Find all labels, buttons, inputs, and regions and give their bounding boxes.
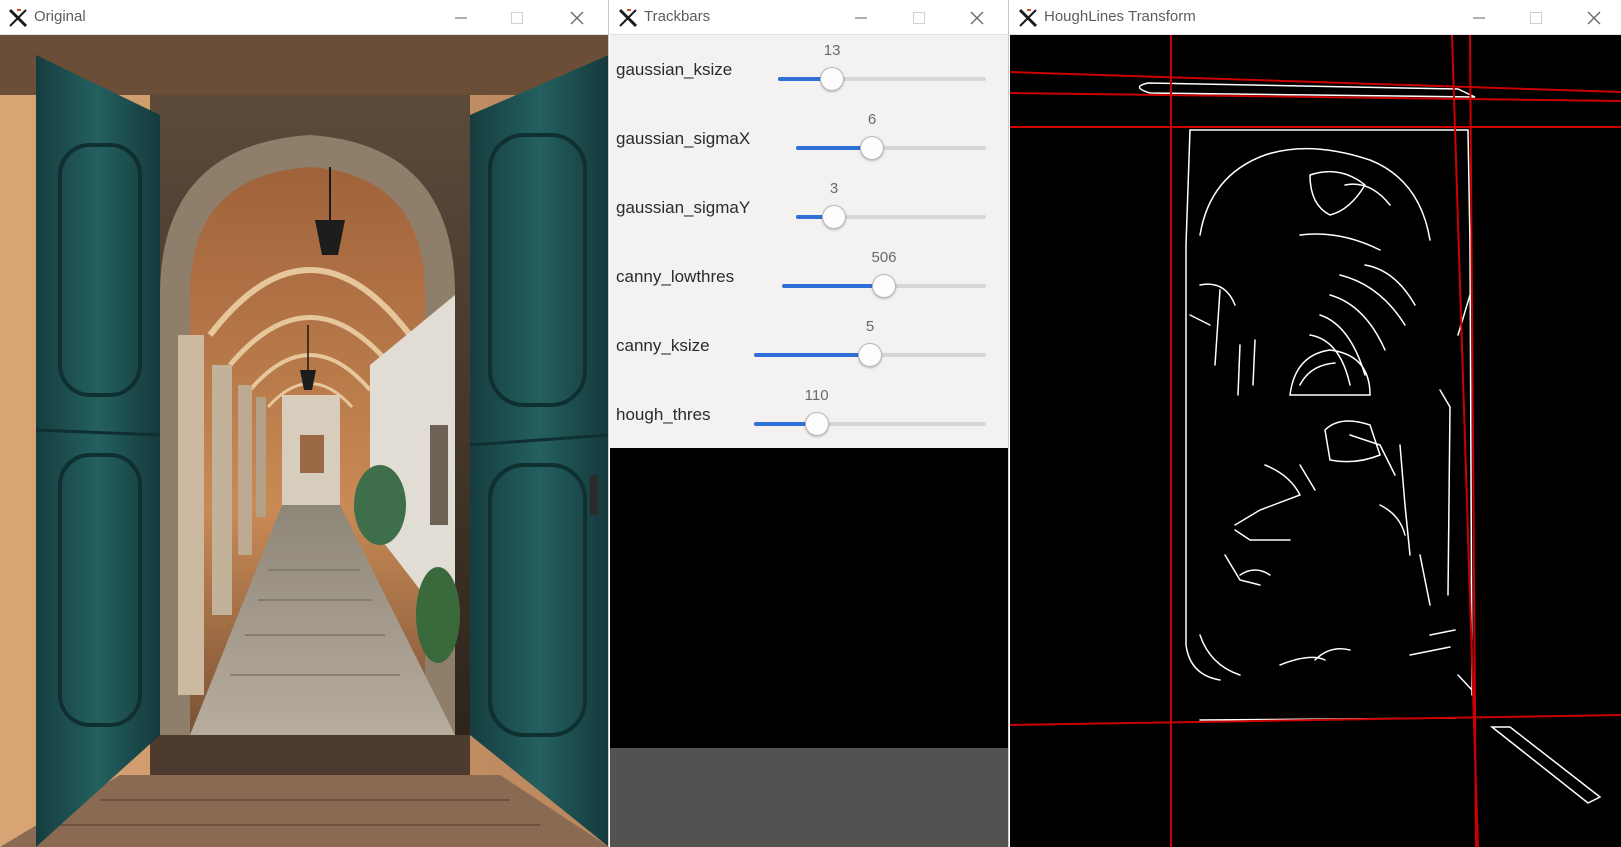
- close-icon[interactable]: [968, 9, 986, 27]
- x-app-icon: [8, 8, 28, 28]
- slider-track[interactable]: [782, 274, 986, 298]
- trackbar-value: 6: [867, 111, 877, 128]
- x-app-icon: [618, 8, 638, 28]
- slider-thumb[interactable]: [820, 67, 845, 91]
- canny-edges: [1138, 82, 1602, 804]
- slider-track[interactable]: [796, 205, 986, 229]
- window-title: Trackbars: [644, 8, 711, 25]
- slider-fill: [754, 353, 870, 357]
- trackbar-image-area: [610, 448, 1008, 748]
- slider-thumb[interactable]: [872, 274, 896, 298]
- slider-fill: [782, 284, 884, 288]
- slider-thumb[interactable]: [822, 205, 846, 229]
- hough-titlebar[interactable]: HoughLines Transform: [1010, 0, 1621, 35]
- trackbar-gaussian-ksize: gaussian_ksize 13: [610, 35, 1008, 104]
- original-image-area: [0, 35, 608, 847]
- trackbars-content: gaussian_ksize 13 gaussian_sigmaX 6 gaus…: [610, 35, 1008, 847]
- close-icon[interactable]: [1585, 9, 1603, 27]
- trackbars-window: Trackbars gaussian_ksize 13 gaussian_sig…: [610, 0, 1009, 847]
- hough-window: HoughLines Transform: [1010, 0, 1621, 847]
- window-title: HoughLines Transform: [1044, 8, 1196, 25]
- trackbar-canny-lowthres: canny_lowthres 506: [610, 242, 1008, 311]
- trackbar-label: gaussian_sigmaX: [616, 129, 751, 148]
- hough-image-area: [1010, 35, 1621, 847]
- original-image: [0, 35, 608, 847]
- original-titlebar[interactable]: Original: [0, 0, 608, 35]
- trackbar-gaussian-sigmax: gaussian_sigmaX 6: [610, 104, 1008, 173]
- trackbar-hough-thres: hough_thres 110: [610, 380, 1008, 449]
- original-window: Original: [0, 0, 609, 847]
- minimize-icon[interactable]: [1470, 9, 1488, 27]
- x-app-icon: [1018, 8, 1038, 28]
- window-background: [610, 748, 1008, 847]
- trackbar-value: 3: [829, 180, 839, 197]
- trackbar-value: 13: [823, 42, 841, 59]
- hough-lines: [1010, 35, 1621, 847]
- hough-result-image: [1010, 35, 1621, 847]
- window-title: Original: [34, 8, 86, 25]
- trackbars-titlebar[interactable]: Trackbars: [610, 0, 1008, 35]
- trackbar-canny-ksize: canny_ksize 5: [610, 311, 1008, 380]
- slider-track[interactable]: [754, 412, 986, 436]
- slider-track[interactable]: [778, 67, 986, 91]
- slider-thumb[interactable]: [804, 412, 829, 436]
- trackbar-value: 5: [865, 318, 875, 335]
- trackbar-panel: gaussian_ksize 13 gaussian_sigmaX 6 gaus…: [610, 35, 1008, 448]
- maximize-icon[interactable]: [910, 9, 928, 27]
- slider-track[interactable]: [796, 136, 986, 160]
- trackbar-gaussian-sigmay: gaussian_sigmaY 3: [610, 173, 1008, 242]
- slider-thumb[interactable]: [860, 136, 884, 160]
- trackbar-value: 110: [804, 387, 829, 404]
- slider-thumb[interactable]: [858, 343, 882, 367]
- trackbar-label: canny_ksize: [616, 336, 710, 355]
- trackbar-value: 506: [871, 249, 897, 266]
- trackbar-label: gaussian_ksize: [616, 60, 733, 79]
- maximize-icon[interactable]: [508, 9, 526, 27]
- maximize-icon[interactable]: [1527, 9, 1545, 27]
- minimize-icon[interactable]: [852, 9, 870, 27]
- trackbar-label: gaussian_sigmaY: [616, 198, 751, 217]
- trackbar-label: canny_lowthres: [616, 267, 735, 286]
- trackbar-label: hough_thres: [616, 405, 711, 424]
- close-icon[interactable]: [568, 9, 586, 27]
- slider-track[interactable]: [754, 343, 986, 367]
- minimize-icon[interactable]: [452, 9, 470, 27]
